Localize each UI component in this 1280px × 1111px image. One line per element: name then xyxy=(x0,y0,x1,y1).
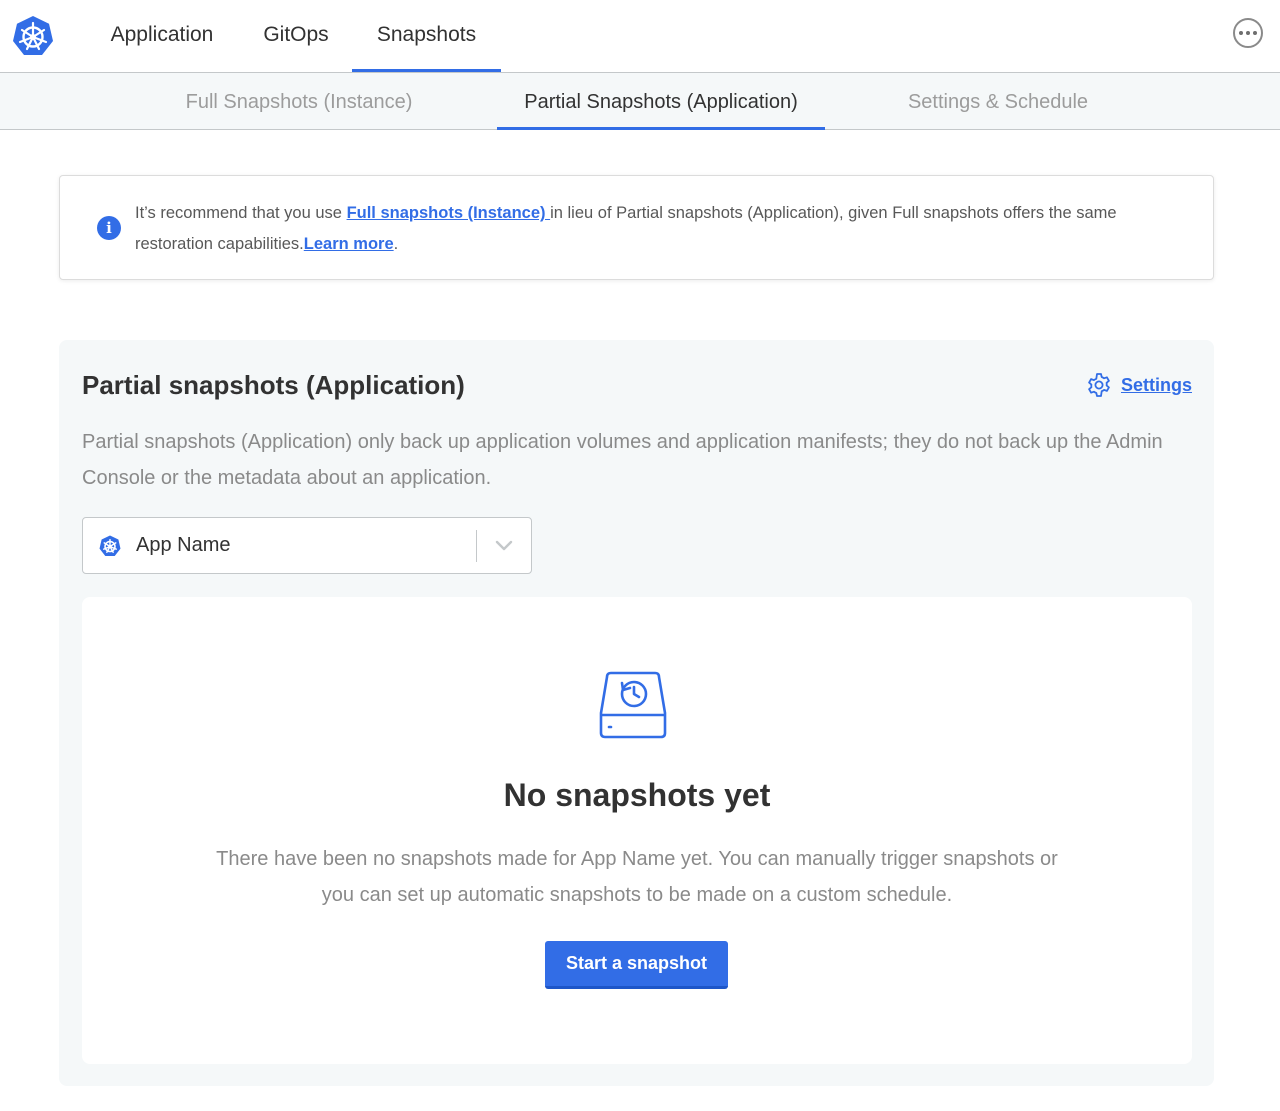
partial-snapshots-card: Partial snapshots (Application) Settings… xyxy=(59,340,1214,1086)
app-select-value: App Name xyxy=(136,534,231,556)
kubernetes-helm-icon xyxy=(99,535,121,556)
empty-state-description: There have been no snapshots made for Ap… xyxy=(216,848,1058,906)
tab-full-snapshots[interactable]: Full Snapshots (Instance) xyxy=(160,73,438,130)
empty-state: No snapshots yet There have been no snap… xyxy=(82,597,1192,1064)
info-banner: i It’s recommend that you use Full snaps… xyxy=(59,175,1214,280)
card-description: Partial snapshots (Application) only bac… xyxy=(82,431,1163,489)
banner-text: It’s recommend that you use Full snapsho… xyxy=(135,198,1185,260)
banner-text-before: It’s recommend that you use xyxy=(135,204,347,222)
full-snapshots-link[interactable]: Full snapshots (Instance) xyxy=(347,204,551,222)
settings-link-label: Settings xyxy=(1120,374,1192,395)
gear-icon xyxy=(1088,373,1110,397)
tab-partial-snapshots[interactable]: Partial Snapshots (Application) xyxy=(497,73,825,130)
start-snapshot-button[interactable]: Start a snapshot xyxy=(545,941,728,989)
more-horizontal-icon[interactable] xyxy=(1233,18,1263,48)
tab-settings-schedule[interactable]: Settings & Schedule xyxy=(880,73,1116,130)
card-title: Partial snapshots (Application) xyxy=(82,370,465,400)
empty-state-title: No snapshots yet xyxy=(503,777,771,813)
nav-application[interactable]: Application xyxy=(98,0,226,72)
learn-more-link[interactable]: Learn more xyxy=(304,235,394,253)
sub-nav: Full Snapshots (Instance) Partial Snapsh… xyxy=(0,73,1280,130)
nav-gitops[interactable]: GitOps xyxy=(250,0,342,72)
chevron-down-icon[interactable] xyxy=(493,536,515,556)
app-select[interactable]: App Name xyxy=(82,517,532,574)
banner-text-after: . xyxy=(393,235,399,253)
settings-link[interactable]: Settings xyxy=(1086,372,1192,398)
kubernetes-helm-icon[interactable] xyxy=(12,15,54,57)
top-nav: Application GitOps Snapshots xyxy=(0,0,1280,73)
snapshot-drive-icon xyxy=(599,671,667,739)
select-divider xyxy=(476,530,477,562)
nav-snapshots[interactable]: Snapshots xyxy=(352,0,501,72)
info-icon: i xyxy=(97,216,121,240)
